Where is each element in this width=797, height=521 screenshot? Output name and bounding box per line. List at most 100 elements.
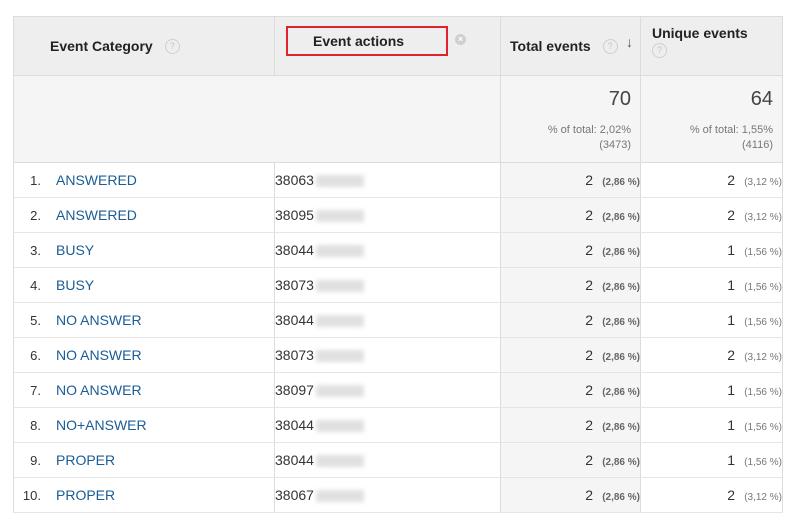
redacted-text (315, 455, 364, 468)
event-action-cell: 38073 (274, 267, 501, 303)
event-category-link[interactable]: PROPER (56, 452, 115, 468)
help-icon[interactable]: ? (602, 39, 618, 55)
summary-unique-events: 64 % of total: 1,55% (4116) (640, 75, 783, 163)
column-header-event-actions[interactable]: Event actions × (274, 16, 501, 76)
table-body: 1. ANSWERED 38063 2 (2,86 %) 2 (3,12 %) 2. ANSWE… (13, 162, 783, 513)
unique-events-cell: 1 (1,56 %) (640, 407, 783, 443)
unique-events-cell: 1 (1,56 %) (640, 267, 783, 303)
total-events-percent: (2,86 %) (602, 457, 640, 468)
table-row: 6. NO ANSWER 38073 2 (2,86 %) 2 (3,12 %) (13, 337, 783, 373)
unique-events-cell: 2 (3,12 %) (640, 337, 783, 373)
total-events-value: 2 (585, 172, 593, 188)
event-action-cell: 38097 (274, 372, 501, 408)
summary-value: 64 (750, 88, 773, 110)
row-index: 8. (30, 418, 41, 433)
event-category-cell: 5. NO ANSWER (13, 302, 275, 338)
total-events-percent: (2,86 %) (602, 317, 640, 328)
redacted-text (315, 490, 364, 503)
highlighted-dimension-label: Event actions (286, 26, 448, 56)
column-header-label: Total events (510, 37, 591, 54)
unique-events-value: 2 (727, 207, 735, 223)
row-index: 10. (22, 488, 41, 503)
help-icon[interactable]: ? (652, 42, 667, 58)
help-icon[interactable]: ? (164, 39, 180, 55)
total-events-percent: (2,86 %) (602, 352, 640, 363)
unique-events-percent: (3,12 %) (744, 177, 782, 188)
unique-events-cell: 1 (1,56 %) (640, 232, 783, 268)
remove-dimension-icon[interactable]: × (455, 34, 466, 45)
event-category-link[interactable]: BUSY (56, 277, 94, 293)
total-events-percent: (2,86 %) (602, 177, 640, 188)
event-category-link[interactable]: PROPER (56, 487, 115, 503)
table-row: 4. BUSY 38073 2 (2,86 %) 1 (1,56 %) (13, 267, 783, 303)
report-table-container: Event Category ? Event actions × Total e… (13, 16, 783, 513)
unique-events-cell: 1 (1,56 %) (640, 372, 783, 408)
summary-total: (3473) (599, 139, 631, 151)
unique-events-value: 2 (727, 172, 735, 188)
event-category-link[interactable]: NO ANSWER (56, 382, 142, 398)
event-category-cell: 9. PROPER (13, 442, 275, 478)
unique-events-value: 1 (727, 242, 735, 258)
total-events-value: 2 (585, 417, 593, 433)
redacted-text (315, 420, 364, 433)
redacted-text (315, 385, 364, 398)
unique-events-value: 1 (727, 277, 735, 293)
event-category-cell: 1. ANSWERED (13, 162, 275, 198)
event-action-cell: 38095 (274, 197, 501, 233)
unique-events-cell: 2 (3,12 %) (640, 162, 783, 198)
unique-events-cell: 2 (3,12 %) (640, 197, 783, 233)
column-header-unique-events[interactable]: Unique events ? (640, 16, 783, 76)
unique-events-percent: (1,56 %) (744, 422, 782, 433)
unique-events-cell: 1 (1,56 %) (640, 302, 783, 338)
event-category-link[interactable]: BUSY (56, 242, 94, 258)
column-header-label: Unique events (652, 25, 748, 41)
summary-empty-cell (13, 75, 501, 163)
sort-descending-icon[interactable]: ↓ (626, 34, 633, 50)
total-events-value: 2 (585, 347, 593, 363)
event-action-cell: 38067 (274, 477, 501, 513)
table-row: 3. BUSY 38044 2 (2,86 %) 1 (1,56 %) (13, 232, 783, 268)
summary-row: 70 % of total: 2,02% (3473) 64 % of tota… (13, 75, 783, 163)
total-events-percent: (2,86 %) (602, 422, 640, 433)
event-category-cell: 10. PROPER (13, 477, 275, 513)
event-category-link[interactable]: NO ANSWER (56, 312, 142, 328)
redacted-text (315, 350, 364, 363)
column-header-event-category[interactable]: Event Category ? (13, 16, 275, 76)
unique-events-value: 1 (727, 452, 735, 468)
row-index: 9. (30, 453, 41, 468)
total-events-value: 2 (585, 487, 593, 503)
unique-events-percent: (1,56 %) (744, 282, 782, 293)
total-events-cell: 2 (2,86 %) (500, 477, 641, 513)
redacted-text (315, 245, 364, 258)
event-category-link[interactable]: ANSWERED (56, 207, 137, 223)
unique-events-value: 2 (727, 347, 735, 363)
summary-percent: % of total: 1,55% (689, 124, 773, 136)
event-action-value: 38044 (275, 312, 314, 328)
event-action-value: 38095 (275, 207, 314, 223)
table-header-row: Event Category ? Event actions × Total e… (13, 16, 783, 76)
event-action-cell: 38063 (274, 162, 501, 198)
unique-events-percent: (1,56 %) (744, 317, 782, 328)
event-action-cell: 38044 (274, 302, 501, 338)
summary-percent: % of total: 2,02% (547, 124, 631, 136)
table-row: 1. ANSWERED 38063 2 (2,86 %) 2 (3,12 %) (13, 162, 783, 198)
total-events-cell: 2 (2,86 %) (500, 232, 641, 268)
event-category-link[interactable]: NO+ANSWER (56, 417, 147, 433)
event-category-cell: 4. BUSY (13, 267, 275, 303)
row-index: 2. (30, 208, 41, 223)
event-category-link[interactable]: ANSWERED (56, 172, 137, 188)
table-row: 10. PROPER 38067 2 (2,86 %) 2 (3,12 %) (13, 477, 783, 513)
total-events-cell: 2 (2,86 %) (500, 442, 641, 478)
event-category-link[interactable]: NO ANSWER (56, 347, 142, 363)
event-action-value: 38067 (275, 487, 314, 503)
total-events-value: 2 (585, 312, 593, 328)
event-action-cell: 38073 (274, 337, 501, 373)
event-action-value: 38073 (275, 347, 314, 363)
table-row: 8. NO+ANSWER 38044 2 (2,86 %) 1 (1,56 %) (13, 407, 783, 443)
unique-events-percent: (1,56 %) (744, 387, 782, 398)
unique-events-cell: 1 (1,56 %) (640, 442, 783, 478)
column-header-total-events[interactable]: Total events ? ↓ (500, 16, 641, 76)
redacted-text (315, 175, 364, 188)
unique-events-percent: (1,56 %) (744, 457, 782, 468)
event-action-value: 38063 (275, 172, 314, 188)
